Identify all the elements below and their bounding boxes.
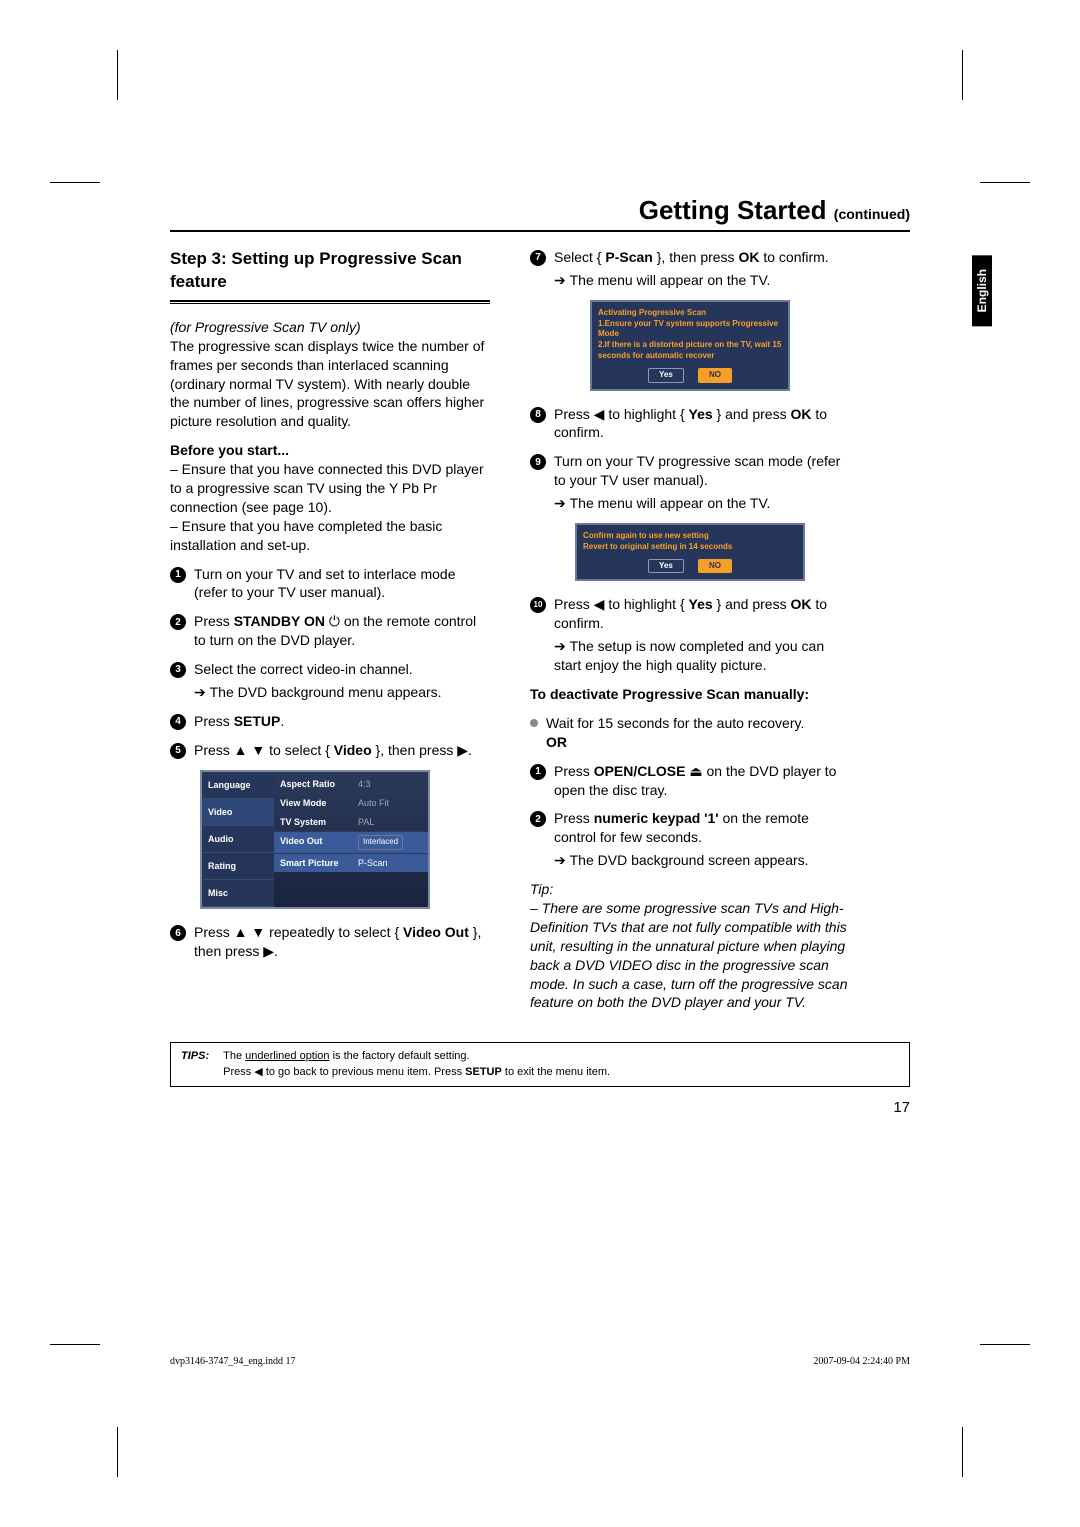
step-number-icon: 10 [530,597,546,613]
tip-paragraph: Tip: – There are some progressive scan T… [530,880,850,1012]
step-3: 3 Select the correct video-in channel. [170,660,490,679]
dialog-no-button: NO [698,368,732,383]
page-number: 17 [170,1099,910,1116]
before-p1: – Ensure that you have connected this DV… [170,461,484,515]
before-p2: – Ensure that you have completed the bas… [170,518,442,553]
tips-label: TIPS: [181,1049,209,1080]
dialog-yes-button: Yes [648,368,684,383]
osd-tab-misc: Misc [202,880,274,907]
left-column: Step 3: Setting up Progressive Scan feat… [170,248,490,1022]
step-number-icon: 1 [170,567,186,583]
osd-tab-audio: Audio [202,826,274,853]
deact-step-2-sub: ➔ The DVD background screen appears. [530,851,850,870]
step-6: 6 Press ▲ ▼ repeatedly to select { Video… [170,923,490,961]
step-number-icon: 5 [170,743,186,759]
osd-tab-rating: Rating [202,853,274,880]
page-title: Getting Started [639,195,827,225]
osd-tab-video: Video [202,799,274,826]
dialog-confirm-pscan: Confirm again to use new setting Revert … [575,523,805,581]
step-7-sub: ➔ The menu will appear on the TV. [530,271,850,290]
step-7: 7 Select { P-Scan }, then press OK to co… [530,248,850,267]
intro-paragraph: The progressive scan displays twice the … [170,338,484,430]
step-5: 5 Press ▲ ▼ to select { Video }, then pr… [170,741,490,760]
step-10-sub: ➔ The setup is now completed and you can… [530,637,850,675]
deact-step-1: 1 Press OPEN/CLOSE ⏏ on the DVD player t… [530,762,850,800]
step-number-icon: 3 [170,662,186,678]
page-title-continued: (continued) [834,206,910,222]
step-number-icon: 1 [530,764,546,780]
dialog-no-button: NO [698,559,732,574]
right-column: 7 Select { P-Scan }, then press OK to co… [530,248,850,1022]
osd-setup-menu: Language Video Audio Rating Misc Aspect … [200,770,430,910]
step-number-icon: 9 [530,454,546,470]
footer-meta: dvp3146-3747_94_eng.indd 17 2007-09-04 2… [170,1356,910,1367]
step-number-icon: 6 [170,925,186,941]
tips-footer-box: TIPS: The underlined option is the facto… [170,1042,910,1087]
step-10: 10 Press ◀ to highlight { Yes } and pres… [530,595,850,633]
before-heading: Before you start... [170,442,289,458]
osd-tabs: Language Video Audio Rating Misc [202,772,274,908]
step-1: 1 Turn on your TV and set to interlace m… [170,565,490,603]
dialog-activating-pscan: Activating Progressive Scan 1.Ensure you… [590,300,790,391]
page-header: Getting Started (continued) [170,195,910,230]
subtitle: (for Progressive Scan TV only) [170,319,361,335]
step-number-icon: 8 [530,407,546,423]
osd-tab-language: Language [202,772,274,799]
step-9-sub: ➔ The menu will appear on the TV. [530,494,850,513]
deactivate-heading: To deactivate Progressive Scan manually: [530,685,850,704]
step-number-icon: 2 [170,614,186,630]
step-4: 4 Press SETUP. [170,712,490,731]
bullet-icon [530,719,538,727]
step-9: 9 Turn on your TV progressive scan mode … [530,452,850,490]
step-2: 2 Press STANDBY ON ⏻ on the remote contr… [170,612,490,650]
step-number-icon: 7 [530,250,546,266]
dialog-yes-button: Yes [648,559,684,574]
footer-filename: dvp3146-3747_94_eng.indd 17 [170,1356,296,1367]
osd-body: Aspect Ratio4:3 View ModeAuto Fit TV Sys… [274,772,428,908]
step-number-icon: 2 [530,811,546,827]
language-tab: English [972,255,992,326]
step-number-icon: 4 [170,714,186,730]
step-heading: Step 3: Setting up Progressive Scan feat… [170,248,490,294]
footer-timestamp: 2007-09-04 2:24:40 PM [813,1356,910,1367]
page-content: Getting Started (continued) English Step… [170,195,910,1116]
step-8: 8 Press ◀ to highlight { Yes } and press… [530,405,850,443]
step-3-sub: ➔ The DVD background menu appears. [170,683,490,702]
bullet-wait: Wait for 15 seconds for the auto recover… [530,714,850,752]
deact-step-2: 2 Press numeric keypad '1' on the remote… [530,809,850,847]
